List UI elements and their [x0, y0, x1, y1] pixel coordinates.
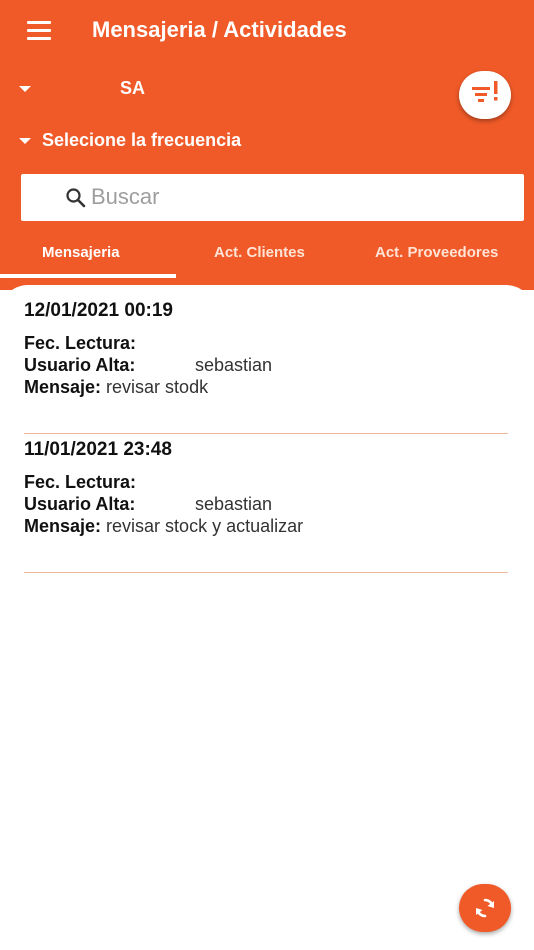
refresh-icon: [476, 898, 494, 918]
list-item[interactable]: 12/01/2021 00:19 Fec. Lectura: Usuario A…: [24, 298, 508, 434]
search-icon: [66, 188, 86, 208]
search-input[interactable]: [91, 180, 511, 214]
read-date-row: Fec. Lectura:: [24, 472, 136, 493]
filter-button[interactable]: [459, 71, 511, 119]
frequency-label: Selecione la frecuencia: [42, 130, 242, 150]
message-date: 11/01/2021 23:48: [24, 439, 172, 460]
message-row: Mensaje: revisar stock y actualizar: [24, 516, 303, 537]
caret-down-icon: [19, 138, 31, 144]
caret-down-icon: [19, 86, 31, 92]
message-label: Mensaje:: [24, 377, 102, 397]
filter-alert-icon: [472, 81, 498, 102]
message-list: 12/01/2021 00:19 Fec. Lectura: Usuario A…: [0, 285, 534, 950]
created-by-row: Usuario Alta: sebastian: [24, 494, 272, 515]
tab-act-clientes[interactable]: Act. Clientes: [214, 244, 305, 266]
message-text: revisar stock y actualizar: [106, 516, 304, 536]
read-date-label: Fec. Lectura:: [24, 333, 137, 353]
created-by-label: Usuario Alta:: [24, 494, 136, 514]
tab-act-proveedores[interactable]: Act. Proveedores: [375, 244, 498, 266]
created-by-value: sebastian: [195, 494, 273, 514]
created-by-value: sebastian: [195, 355, 273, 375]
active-tab-indicator: [0, 274, 176, 278]
read-date-row: Fec. Lectura:: [24, 333, 136, 354]
refresh-button[interactable]: [459, 884, 511, 932]
company-value: SA: [120, 78, 146, 98]
hamburger-menu-icon[interactable]: [27, 21, 51, 41]
company-dropdown[interactable]: SA: [14, 74, 214, 104]
app-header: Mensajeria / Actividades SA Selecione la…: [0, 0, 534, 290]
message-row: Mensaje: revisar stodk: [24, 377, 208, 398]
list-item[interactable]: 11/01/2021 23:48 Fec. Lectura: Usuario A…: [24, 437, 508, 573]
frequency-dropdown[interactable]: Selecione la frecuencia: [14, 126, 314, 156]
created-by-row: Usuario Alta: sebastian: [24, 355, 272, 376]
message-date: 12/01/2021 00:19: [24, 300, 173, 321]
created-by-label: Usuario Alta:: [24, 355, 136, 375]
search-bar: [21, 174, 524, 221]
page-title: Mensajeria / Actividades: [92, 17, 347, 42]
message-text: revisar stodk: [106, 377, 209, 397]
tab-mensajeria[interactable]: Mensajeria: [42, 244, 120, 266]
read-date-label: Fec. Lectura:: [24, 472, 137, 492]
message-label: Mensaje:: [24, 516, 102, 536]
